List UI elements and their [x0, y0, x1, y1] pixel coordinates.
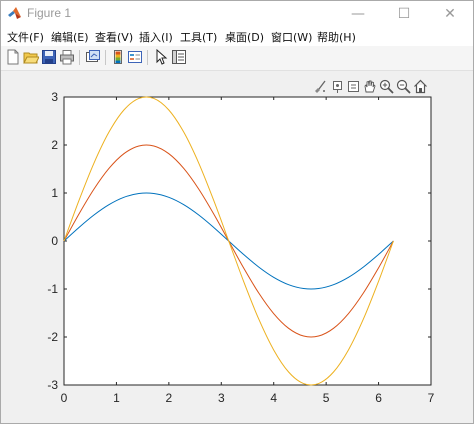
y-tick-label: 1	[51, 186, 58, 200]
y-tick-label: 3	[51, 90, 58, 104]
x-tick-label: 4	[270, 391, 277, 405]
y-tick-label: -3	[47, 378, 58, 392]
x-tick-label: 0	[61, 391, 68, 405]
x-tick-label: 7	[428, 391, 435, 405]
figure-window: Figure 1 — ☐ ✕ 文件(F) 编辑(E) 查看(V) 插入(I) 工…	[0, 0, 474, 424]
line-plot[interactable]: 0 1 2 3 4 5 6 7 -3 -2 -1 0 1 2 3	[1, 1, 473, 423]
x-tick-label: 3	[218, 391, 225, 405]
axes-area[interactable]	[63, 96, 432, 386]
x-tick-label: 5	[323, 391, 330, 405]
y-tick-label: -2	[47, 330, 58, 344]
y-tick-label: 0	[51, 234, 58, 248]
x-tick-label: 1	[113, 391, 120, 405]
x-tick-label: 2	[166, 391, 173, 405]
x-tick-label: 6	[375, 391, 382, 405]
y-tick-label: 2	[51, 138, 58, 152]
y-tick-label: -1	[47, 282, 58, 296]
